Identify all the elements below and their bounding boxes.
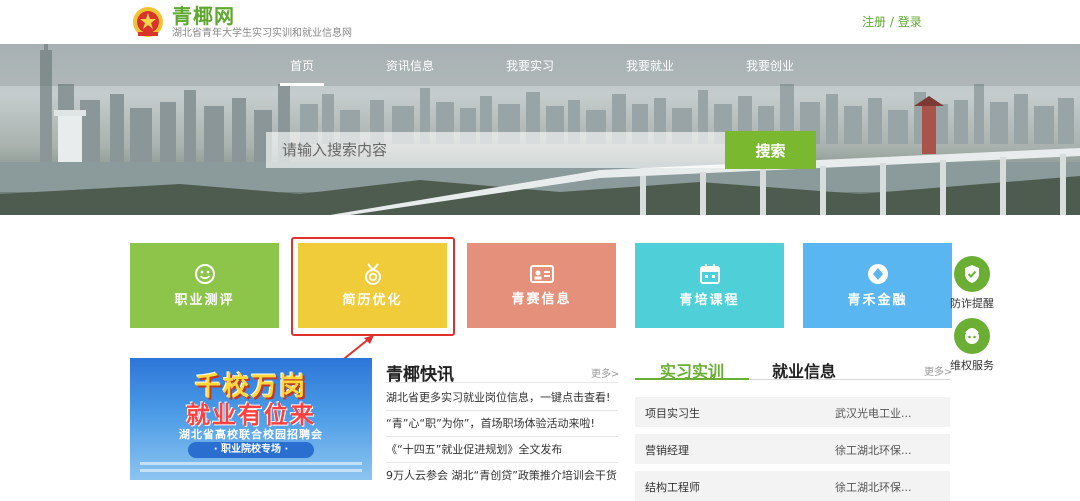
shield-check-icon	[965, 265, 979, 283]
news-item[interactable]: 9万人云参会 湖北“青创贷”政策推介培训会干货...	[386, 469, 618, 483]
news-item[interactable]: 《“十四五”就业促进规划》全文发布	[386, 443, 618, 457]
auth-links: 注册 / 登录	[862, 13, 922, 30]
divider	[386, 462, 618, 463]
job-row[interactable]: 结构工程师 徐工湖北环保...	[635, 471, 950, 501]
site-name[interactable]: 青椰网	[172, 4, 235, 28]
fraud-alert-label: 防诈提醒	[950, 297, 994, 310]
login-link[interactable]: 登录	[898, 15, 922, 29]
poster-detail-bar	[140, 462, 362, 465]
search-input[interactable]	[266, 132, 726, 168]
news-item[interactable]: 湖北省更多实习就业岗位信息，一键点击查看!	[386, 391, 618, 405]
job-title: 营销经理	[645, 444, 689, 457]
news-more-link[interactable]: 更多>	[591, 365, 619, 380]
tile-label: 职业测评	[174, 293, 235, 308]
float-circle	[954, 256, 990, 292]
poster-line3: 湖北省高校联合校园招聘会	[179, 428, 323, 441]
hero-banner: 首页 资讯信息 我要实习 我要就业 我要创业 搜索	[0, 44, 1080, 215]
nav-news[interactable]: 资讯信息	[386, 57, 434, 74]
nav-internship[interactable]: 我要实习	[506, 57, 554, 74]
tile-label: 青禾金融	[847, 293, 908, 308]
tab-employment[interactable]: 就业信息	[772, 358, 836, 382]
service-headset-icon	[965, 328, 979, 344]
job-fair-poster[interactable]: 千校万岗 就业有位来 湖北省高校联合校园招聘会 · 职业院校专场 ·	[130, 358, 372, 480]
job-company: 武汉光电工业...	[835, 407, 912, 420]
tile-competition-info[interactable]: 青赛信息	[467, 243, 616, 328]
nav-home[interactable]: 首页	[279, 57, 325, 86]
rights-service-label: 维权服务	[950, 359, 994, 372]
job-row[interactable]: 项目实习生 武汉光电工业...	[635, 397, 950, 427]
site-subtitle: 湖北省青年大学生实习实训和就业信息网	[172, 28, 352, 39]
tile-label: 青赛信息	[511, 292, 572, 307]
youth-league-emblem-icon[interactable]	[132, 4, 164, 40]
tile-label: 青培课程	[679, 293, 740, 308]
main-nav: 首页 资讯信息 我要实习 我要就业 我要创业	[0, 44, 1080, 86]
job-title: 结构工程师	[645, 481, 700, 494]
jobs-more-link[interactable]: 更多>	[924, 363, 952, 378]
float-circle	[954, 318, 990, 354]
id-card-icon	[529, 265, 554, 283]
job-company: 徐工湖北环保...	[835, 444, 912, 457]
nav-employment[interactable]: 我要就业	[626, 57, 674, 74]
poster-detail-bar	[140, 469, 362, 472]
smiley-icon	[194, 264, 215, 284]
rights-service-button[interactable]: 维权服务	[950, 318, 994, 373]
job-company: 徐工湖北环保...	[835, 481, 912, 494]
tile-training-courses[interactable]: 青培课程	[635, 243, 784, 328]
tab-internship[interactable]: 实习实训	[635, 358, 749, 381]
divider	[386, 382, 618, 383]
job-row[interactable]: 营销经理 徐工湖北环保...	[635, 434, 950, 464]
calendar-icon	[699, 264, 720, 284]
tile-finance[interactable]: 青禾金融	[803, 243, 952, 328]
divider	[386, 436, 618, 437]
divider	[386, 410, 618, 411]
job-title: 项目实习生	[645, 407, 700, 420]
poster-line4: · 职业院校专场 ·	[188, 442, 314, 458]
diamond-icon	[867, 264, 888, 284]
register-link[interactable]: 注册	[862, 15, 886, 29]
top-bar: 青椰网 湖北省青年大学生实习实训和就业信息网 注册 / 登录	[0, 0, 1080, 44]
tile-career-assessment[interactable]: 职业测评	[130, 243, 279, 328]
search-button[interactable]: 搜索	[725, 131, 816, 169]
nav-entrepreneurship[interactable]: 我要创业	[746, 57, 794, 74]
news-item[interactable]: “青”心“职”为你”，首场职场体验活动来啦!	[386, 417, 618, 431]
highlight-frame	[291, 237, 455, 336]
poster-line2: 就业有位来	[186, 401, 316, 429]
auth-separator: /	[889, 15, 894, 29]
fraud-alert-button[interactable]: 防诈提醒	[950, 256, 994, 311]
